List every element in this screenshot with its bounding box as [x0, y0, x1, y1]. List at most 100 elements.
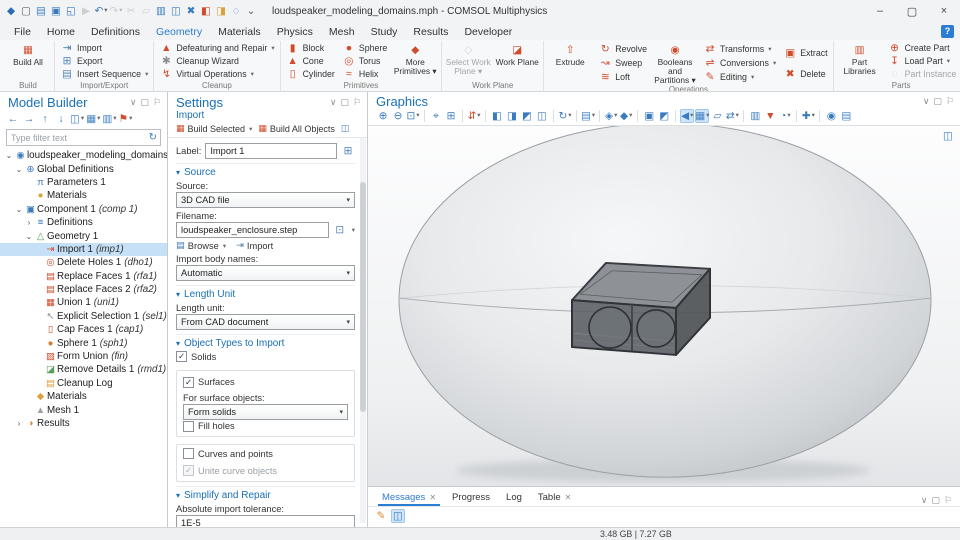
extrude-button[interactable]: ⇧Extrude: [547, 41, 593, 85]
tree-item-cleanup-log[interactable]: ▤Cleanup Log: [0, 377, 167, 390]
pin-panel-icon[interactable]: ⚐: [944, 495, 952, 506]
snapshot-icon[interactable]: ◉: [824, 109, 838, 123]
update-cad-button[interactable]: ◫: [341, 123, 350, 134]
curves-points-checkbox[interactable]: Curves and points: [183, 448, 273, 460]
save-icon[interactable]: ▣: [49, 4, 63, 18]
block-button[interactable]: ▮Block: [284, 42, 337, 54]
helix-button[interactable]: ≈Helix: [340, 68, 389, 80]
float-panel-icon[interactable]: ▢: [933, 96, 942, 107]
view-zx-icon[interactable]: ◩: [520, 109, 534, 123]
virtual-operations-button[interactable]: ↯Virtual Operations▾: [157, 68, 276, 80]
file-options-icon[interactable]: ⊡: [333, 223, 347, 237]
close-tab-icon[interactable]: ✕: [429, 493, 436, 502]
panel-menu-icon[interactable]: ∨: [330, 97, 337, 108]
insert-sequence-button[interactable]: ▤Insert Sequence▾: [58, 68, 150, 80]
tree-item-replace-faces-2[interactable]: ▤Replace Faces 2(rfa2): [0, 283, 167, 296]
import-button[interactable]: ⇥Import: [236, 240, 273, 251]
qat-customize-icon[interactable]: ⌄: [244, 4, 258, 18]
create-part-button[interactable]: ⊕Create Part: [886, 42, 960, 54]
filter-menu-icon[interactable]: ⚑▾: [119, 112, 133, 126]
tree-item-union-1[interactable]: ▦Union 1(uni1): [0, 296, 167, 309]
sweep-button[interactable]: ↝Sweep: [596, 57, 649, 69]
tab-physics[interactable]: Physics: [269, 24, 321, 40]
tree-item-component-1[interactable]: ⌄▣Component 1(comp 1): [0, 203, 167, 216]
collapse-arrow-icon[interactable]: ⌄: [14, 165, 24, 174]
messages-tab-log[interactable]: Log: [498, 490, 530, 506]
appearance-menu-icon[interactable]: ◈▾: [604, 109, 618, 123]
torus-button[interactable]: ◎Torus: [340, 55, 389, 67]
graphics-canvas[interactable]: ◫: [368, 126, 960, 486]
float-panel-icon[interactable]: ▢: [340, 97, 349, 108]
cleanup-wizard-button[interactable]: ✱Cleanup Wizard: [157, 55, 276, 67]
open-table-icon[interactable]: ◫: [391, 509, 405, 523]
undo-icon[interactable]: ↶▾: [94, 4, 108, 18]
section-simplify-header[interactable]: ▾Simplify and Repair: [176, 490, 355, 501]
tree-item-materials[interactable]: ●Materials: [0, 189, 167, 202]
pin-panel-icon[interactable]: ⚐: [946, 96, 954, 107]
build-all-button[interactable]: ▦Build All: [5, 41, 51, 81]
move-down-icon[interactable]: ↓: [54, 112, 68, 126]
tab-developer[interactable]: Developer: [456, 24, 520, 40]
work-plane-button[interactable]: ◪Work Plane: [494, 41, 540, 81]
zoom-out-icon[interactable]: ⊖: [391, 109, 405, 123]
render-mode-icon[interactable]: ▦▾: [695, 109, 709, 123]
redo-icon[interactable]: ↷▾: [109, 4, 123, 18]
select-filter-icon[interactable]: ✚▾: [801, 109, 815, 123]
float-panel-icon[interactable]: ▢: [140, 97, 149, 108]
solids-checkbox[interactable]: ✓Solids: [176, 351, 355, 363]
tree-filter-input[interactable]: [7, 133, 149, 143]
settings-scrollbar[interactable]: [360, 138, 366, 523]
surface-objects-select[interactable]: Form solids▾: [183, 404, 348, 420]
clear-messages-icon[interactable]: ✎: [374, 509, 388, 523]
select-mode-icon[interactable]: ◀▾: [680, 109, 694, 123]
body-names-select[interactable]: Automatic▾: [176, 265, 355, 281]
section-object-types-header[interactable]: ▾Object Types to Import: [176, 338, 355, 349]
collapse-arrow-icon[interactable]: ⌄: [24, 232, 34, 241]
tree-item-sphere-1[interactable]: ●Sphere 1(sph1): [0, 336, 167, 349]
panel-menu-icon[interactable]: ∨: [130, 97, 137, 108]
hide-objects-icon[interactable]: ▼: [763, 109, 777, 123]
messages-tab-progress[interactable]: Progress: [444, 490, 498, 506]
interactive-positioning-icon[interactable]: ⇄▾: [725, 109, 739, 123]
close-tab-icon[interactable]: ✕: [565, 493, 572, 502]
fill-holes-checkbox[interactable]: Fill holes: [183, 421, 348, 433]
run-icon[interactable]: ▶: [79, 4, 93, 18]
go-to-default-view-icon[interactable]: ⌖: [429, 109, 443, 123]
build-all-objects-button[interactable]: ▦ Build All Objects: [258, 123, 335, 134]
cylinder-button[interactable]: ▯Cylinder: [284, 68, 337, 80]
tree-item-parameters-1[interactable]: πParameters 1: [0, 176, 167, 189]
reset-desktop-icon[interactable]: ◨: [214, 4, 228, 18]
pin-panel-icon[interactable]: ⚐: [353, 97, 361, 108]
pin-panel-icon[interactable]: ⚐: [153, 97, 161, 108]
new-file-icon[interactable]: ▢: [19, 4, 33, 18]
tree-item-loudspeaker-modeling-domains-mph[interactable]: ⌄◉loudspeaker_modeling_domains.mph(root): [0, 149, 167, 162]
float-panel-icon[interactable]: ▢: [931, 495, 940, 506]
tab-results[interactable]: Results: [405, 24, 456, 40]
transforms-button[interactable]: ⇄Transforms▾: [701, 43, 778, 55]
defeaturing-and-repair-button[interactable]: ▲Defeaturing and Repair▾: [157, 42, 276, 54]
tolerance-input[interactable]: 1E-5: [176, 515, 355, 528]
tab-file[interactable]: File: [6, 24, 39, 40]
tree-item-explicit-selection-1[interactable]: ↖Explicit Selection 1(sel1): [0, 310, 167, 323]
build-selected-button[interactable]: ▦ Build Selected▾: [176, 123, 252, 134]
tab-definitions[interactable]: Definitions: [83, 24, 148, 40]
part-libraries-button[interactable]: ▥Part Libraries: [837, 41, 883, 81]
import-button[interactable]: ⇥Import: [58, 42, 150, 54]
tree-item-results[interactable]: ›◑Results: [0, 417, 167, 430]
collapse-arrow-icon[interactable]: ⌄: [4, 151, 14, 160]
export-button[interactable]: ⊞Export: [58, 55, 150, 67]
show-hidden-icon[interactable]: ◔▾: [778, 109, 792, 123]
tree-item-mesh-1[interactable]: ▲Mesh 1: [0, 403, 167, 416]
select-box-icon[interactable]: ▣: [642, 109, 656, 123]
environment-menu-icon[interactable]: ◆▾: [619, 109, 633, 123]
scene-light-icon[interactable]: ▤▾: [581, 109, 595, 123]
panel-menu-icon[interactable]: ∨: [921, 495, 928, 506]
tree-item-definitions[interactable]: ›≡Definitions: [0, 216, 167, 229]
tree-item-global-definitions[interactable]: ⌄⊕Global Definitions: [0, 162, 167, 175]
sphere-button[interactable]: ●Sphere: [340, 42, 389, 54]
messages-tab-messages[interactable]: Messages✕: [374, 490, 444, 506]
expand-arrow-icon[interactable]: ›: [14, 419, 24, 428]
revolve-button[interactable]: ↻Revolve: [596, 43, 649, 55]
tree-item-form-union[interactable]: ▧Form Union(fin): [0, 350, 167, 363]
model-tree-menu-icon[interactable]: ▥▾: [102, 112, 116, 126]
